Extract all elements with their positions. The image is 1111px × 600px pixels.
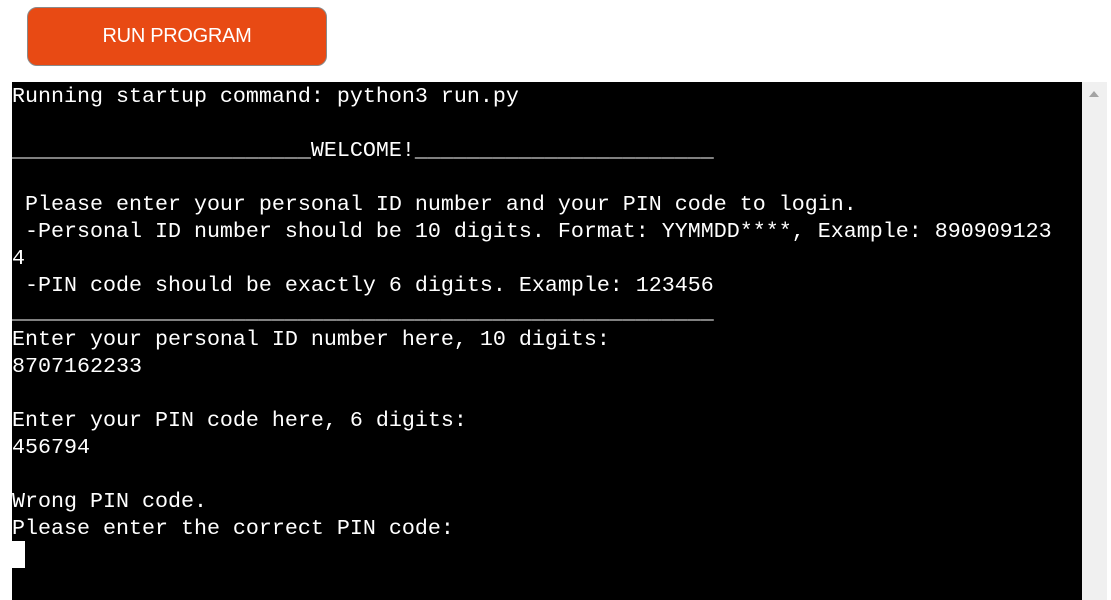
terminal-line: 8707162233	[12, 354, 142, 379]
terminal-scrollbar[interactable]	[1082, 82, 1107, 600]
terminal-line: ________________________________________…	[12, 300, 714, 325]
terminal-cursor	[12, 541, 25, 568]
terminal-line: 4	[12, 246, 25, 271]
terminal-line: Enter your personal ID number here, 10 d…	[12, 327, 610, 352]
terminal[interactable]: Running startup command: python3 run.py …	[12, 82, 1082, 600]
terminal-line: _______________________WELCOME!_________…	[12, 138, 714, 163]
terminal-line: 456794	[12, 435, 90, 460]
scroll-up-arrow-icon[interactable]	[1089, 91, 1099, 97]
terminal-line: Enter your PIN code here, 6 digits:	[12, 408, 467, 433]
terminal-line: -Personal ID number should be 10 digits.…	[12, 219, 1052, 244]
terminal-line: Please enter the correct PIN code:	[12, 516, 454, 541]
terminal-line: Please enter your personal ID number and…	[12, 192, 857, 217]
terminal-line: -PIN code should be exactly 6 digits. Ex…	[12, 273, 714, 298]
terminal-output: Running startup command: python3 run.py …	[12, 83, 1052, 542]
run-program-button[interactable]: RUN PROGRAM	[27, 7, 327, 66]
terminal-line: Running startup command: python3 run.py	[12, 84, 519, 109]
terminal-line: Wrong PIN code.	[12, 489, 207, 514]
